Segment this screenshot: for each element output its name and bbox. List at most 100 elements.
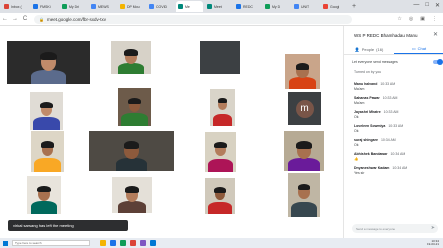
- chat-sender: Jayashri Mhatre 10:33 AM: [354, 110, 439, 114]
- chat-timestamp: 10:33 AM: [382, 96, 398, 100]
- chat-message: Manu halvand 10:33 AM Ma'am: [354, 82, 439, 91]
- participant-tile[interactable]: [285, 54, 320, 89]
- participant-tile[interactable]: [7, 41, 90, 84]
- tab-label: COVID: [156, 4, 168, 9]
- participant-tile[interactable]: [200, 41, 240, 74]
- browser-tab[interactable]: My D: [263, 1, 290, 12]
- chat-text: Yes sir: [354, 171, 365, 175]
- participant-tile[interactable]: [30, 92, 63, 130]
- window-controls: — □ ✕: [413, 2, 440, 9]
- new-tab-button[interactable]: +: [352, 3, 356, 10]
- start-icon[interactable]: [3, 240, 8, 246]
- chat-input[interactable]: Send a message to everyone: [352, 224, 438, 233]
- participant-video: [210, 89, 235, 126]
- browser-tab[interactable]: Googl: [321, 1, 348, 12]
- browser-tab[interactable]: My Dri: [60, 1, 87, 12]
- participant-tile[interactable]: [31, 131, 64, 172]
- chat-sender-name: suraj shingare: [354, 138, 378, 142]
- taskbar-app-icon[interactable]: [120, 240, 126, 246]
- participant-video: [7, 41, 90, 84]
- system-clock[interactable]: 10:34 19-03-21: [427, 239, 443, 247]
- meeting-side-panel: WS P REDC Bhamhadau Manu ✕ 👤 People (16)…: [343, 26, 443, 238]
- browser-tab[interactable]: COVID: [147, 1, 174, 12]
- browser-tab[interactable]: DP Mou: [118, 1, 145, 12]
- chat-sender-name: Abhishek Bandawar: [354, 152, 388, 156]
- send-icon[interactable]: ➤: [431, 225, 435, 231]
- panel-tabs: 👤 People (16) ▭ Chat: [344, 44, 443, 55]
- minimize-button[interactable]: —: [413, 2, 419, 9]
- chat-sender: Manu halvand 10:33 AM: [354, 82, 439, 86]
- browser-tab-strip: Inbox (FMSKi My Dri MEWS DP Mou COVID Me Meet R…: [0, 0, 443, 13]
- chat-sender-name: Sahanas Pawar: [354, 96, 380, 100]
- browser-tab[interactable]: MEWS: [89, 1, 116, 12]
- participant-video: [31, 131, 64, 172]
- bookmark-star-icon[interactable]: ☆: [397, 16, 401, 22]
- taskbar-app-icons: [100, 240, 156, 246]
- lock-icon: 🔒: [39, 16, 44, 22]
- participant-tile[interactable]: [205, 178, 235, 214]
- participant-tile[interactable]: [205, 132, 236, 172]
- participant-tile[interactable]: [89, 131, 174, 171]
- participant-tile[interactable]: [111, 41, 151, 74]
- chat-sender: Dnyaneshwar Kadam 10:34 AM: [354, 166, 439, 170]
- browser-tab[interactable]: REDC: [234, 1, 261, 12]
- participant-video: [118, 88, 151, 126]
- extension-icon[interactable]: ◎: [409, 16, 413, 22]
- back-icon[interactable]: ←: [0, 16, 10, 22]
- meeting-video-grid: m virkal sarsang has left the meeting: [0, 26, 343, 238]
- tab-label: My D: [272, 4, 281, 9]
- forward-icon[interactable]: →: [10, 16, 20, 22]
- participant-tile[interactable]: [288, 173, 320, 217]
- taskbar-app-icon[interactable]: [100, 240, 106, 246]
- participant-video: [205, 178, 235, 214]
- browser-tab[interactable]: Meet: [205, 1, 232, 12]
- chat-text: 👍: [354, 157, 359, 161]
- tab-favicon-icon: [294, 4, 299, 9]
- participant-tile[interactable]: m: [288, 92, 321, 125]
- taskbar-app-icon[interactable]: [140, 240, 146, 246]
- tab-label: Meet: [214, 4, 222, 9]
- tab-favicon-icon: [207, 4, 212, 9]
- profile-icon[interactable]: ▣: [420, 16, 425, 22]
- chat-timestamp: 10:33 AM: [383, 110, 399, 114]
- tab-favicon-icon: [236, 4, 241, 9]
- participant-tile[interactable]: [210, 89, 235, 126]
- close-panel-icon[interactable]: ✕: [433, 31, 438, 38]
- participant-tile[interactable]: [284, 131, 324, 171]
- address-row: ← → C 🔒 meet.google.com/fbr-sxdv-txv ☆ ◎…: [0, 13, 443, 26]
- chat-text: Ma'am: [354, 87, 365, 91]
- taskbar-app-icon[interactable]: [110, 240, 116, 246]
- tab-label: DP Mou: [127, 4, 140, 9]
- participant-video: [288, 173, 320, 217]
- browser-tab[interactable]: UNIT: [292, 1, 319, 12]
- chat-sender-name: Manu halvand: [354, 82, 378, 86]
- chat-sender-name: Jayashri Mhatre: [354, 110, 381, 114]
- browser-tab[interactable]: Me: [176, 1, 203, 12]
- participant-tile[interactable]: [112, 177, 152, 213]
- chat-permission-toggle[interactable]: [433, 59, 443, 65]
- browser-tab[interactable]: FMSKi: [31, 1, 58, 12]
- taskbar-app-icon[interactable]: [150, 240, 156, 246]
- participant-tile[interactable]: [27, 176, 61, 214]
- reload-icon[interactable]: C: [20, 16, 30, 22]
- browser-menu-icon[interactable]: ⋮: [432, 16, 437, 22]
- maximize-button[interactable]: □: [425, 2, 429, 9]
- tab-chat[interactable]: ▭ Chat: [394, 44, 443, 54]
- close-window-button[interactable]: ✕: [435, 2, 440, 9]
- chat-timestamp: 10:33 AM: [380, 82, 396, 86]
- taskbar-search[interactable]: Type here to search: [12, 240, 90, 246]
- url-bar[interactable]: 🔒 meet.google.com/fbr-sxdv-txv: [34, 14, 352, 24]
- browser-tab[interactable]: Inbox (: [2, 1, 29, 12]
- participant-video: [285, 54, 320, 89]
- chat-timestamp: 10:34 AM: [390, 152, 406, 156]
- tab-favicon-icon: [323, 4, 328, 9]
- tab-label: REDC: [243, 4, 253, 9]
- participant-video: [112, 177, 152, 213]
- tab-favicon-icon: [62, 4, 67, 9]
- tab-label: Googl: [330, 4, 340, 9]
- chat-input-placeholder: Send a message to everyone: [356, 226, 396, 231]
- chat-message: suraj shingare 10:34 AM Ok: [354, 138, 439, 147]
- taskbar-app-icon[interactable]: [130, 240, 136, 246]
- participant-tile[interactable]: [118, 88, 151, 126]
- tab-people[interactable]: 👤 People (16): [344, 44, 394, 54]
